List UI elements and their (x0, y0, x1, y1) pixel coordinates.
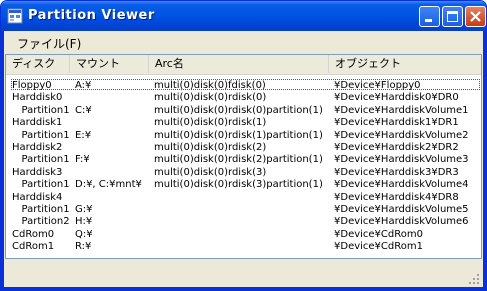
table-row[interactable]: Partition1 C:¥ multi(0)disk(0)rdisk(0)part… (6, 105, 481, 117)
minimize-button[interactable] (419, 6, 440, 27)
column-header-object[interactable]: オブジェクト (329, 55, 481, 73)
arcname-cell: multi(0)disk(0)rdisk(1)partition(1) (154, 129, 323, 141)
maximize-icon (447, 11, 458, 22)
table-row[interactable]: CdRom0 Q:¥ ¥Device¥CdRom0 (6, 229, 481, 241)
table-row[interactable]: Partition1 F:¥ multi(0)disk(0)rdisk(2)part… (6, 154, 481, 166)
mount-cell: D:¥, C:¥mnt¥ (75, 179, 142, 191)
column-header-mount[interactable]: マウント (70, 55, 149, 73)
close-button[interactable] (465, 6, 486, 27)
partition-list[interactable]: ディスク マウント Arc名 オブジェクト Floppy0 A:¥ multi(0)… (5, 54, 482, 259)
mount-cell: F:¥ (75, 154, 90, 166)
disk-cell: Partition1 (12, 154, 70, 166)
arcname-cell: multi(0)disk(0)rdisk(3)partition(1) (154, 179, 323, 191)
mount-cell: Q:¥ (75, 228, 93, 240)
table-row[interactable]: Harddisk2 multi(0)disk(0)rdisk(2) ¥Device¥… (6, 142, 481, 154)
mount-cell: G:¥ (75, 204, 93, 215)
table-row[interactable]: Harddisk3 multi(0)disk(0)rdisk(3) ¥Device¥… (6, 167, 481, 179)
mount-cell: R:¥ (75, 241, 92, 253)
column-header-arcname[interactable]: Arc名 (149, 55, 329, 73)
disk-cell: Harddisk1 (12, 117, 63, 129)
maximize-button[interactable] (442, 6, 463, 27)
object-cell: ¥Device¥HarddiskVolume3 (334, 154, 469, 166)
disk-cell: Harddisk4 (12, 191, 63, 203)
table-row[interactable]: Partition2 H:¥ ¥Device¥HarddiskVolume6 (6, 216, 481, 228)
window-frame-right (483, 31, 486, 290)
disk-cell: Harddisk2 (12, 142, 63, 153)
table-row[interactable]: Floppy0 A:¥ multi(0)disk(0)fdisk(0) ¥Device… (6, 80, 481, 92)
arcname-cell: multi(0)disk(0)rdisk(1) (154, 117, 267, 129)
mount-cell: C:¥ (75, 104, 92, 116)
mount-cell: E:¥ (75, 129, 92, 141)
arcname-cell: multi(0)disk(0)rdisk(0) (154, 92, 267, 104)
disk-cell: Harddisk0 (12, 92, 63, 104)
object-cell: ¥Device¥CdRom0 (334, 228, 423, 240)
arcname-cell: multi(0)disk(0)rdisk(2) (154, 142, 267, 153)
title-bar[interactable]: Partition Viewer (1, 1, 486, 31)
window-frame-left (1, 31, 4, 290)
window-frame-bottom (1, 287, 486, 290)
table-row[interactable]: Harddisk0 multi(0)disk(0)rdisk(0) ¥Device¥… (6, 92, 481, 104)
disk-cell: Partition1 (12, 204, 70, 215)
table-row[interactable]: Partition1 G:¥ ¥Device¥HarddiskVolume5 (6, 204, 481, 216)
menu-bar: ファイル(F) (5, 31, 482, 52)
disk-cell: Partition1 (12, 179, 70, 191)
window-title: Partition Viewer (28, 8, 155, 23)
object-cell: ¥Device¥HarddiskVolume2 (334, 129, 469, 141)
table-row[interactable]: CdRom1 R:¥ ¥Device¥CdRom1 (6, 241, 481, 253)
object-cell: ¥Device¥Floppy0 (334, 80, 421, 91)
object-cell: ¥Device¥CdRom1 (334, 241, 423, 253)
arcname-cell: multi(0)disk(0)rdisk(3) (154, 166, 267, 178)
list-header: ディスク マウント Arc名 オブジェクト (6, 55, 481, 75)
status-bar (5, 263, 482, 287)
object-cell: ¥Device¥Harddisk4¥DR8 (334, 191, 459, 203)
object-cell: ¥Device¥Harddisk3¥DR3 (334, 166, 459, 178)
disk-cell: CdRom0 (12, 228, 55, 240)
arcname-cell: multi(0)disk(0)rdisk(2)partition(1) (154, 154, 323, 166)
table-row[interactable]: Harddisk4 ¥Device¥Harddisk4¥DR8 (6, 192, 481, 204)
disk-cell: CdRom1 (12, 241, 55, 253)
column-header-disk[interactable]: ディスク (6, 55, 70, 73)
arcname-cell: multi(0)disk(0)fdisk(0) (154, 80, 266, 91)
table-row[interactable]: Harddisk1 multi(0)disk(0)rdisk(1) ¥Device¥… (6, 117, 481, 129)
disk-cell: Partition2 (12, 216, 70, 228)
disk-cell: Harddisk3 (12, 166, 63, 178)
table-row[interactable]: Partition1 E:¥ multi(0)disk(0)rdisk(1)part… (6, 130, 481, 142)
close-icon (470, 11, 481, 22)
object-cell: ¥Device¥HarddiskVolume6 (334, 216, 469, 228)
disk-cell: Partition1 (12, 129, 70, 141)
app-window: Partition Viewer ファイル(F) ディスク マウント Arc名 … (0, 0, 487, 291)
resize-grip-icon[interactable] (468, 273, 480, 285)
minimize-icon (425, 19, 432, 22)
mount-cell: H:¥ (75, 216, 93, 228)
arcname-cell: multi(0)disk(0)rdisk(0)partition(1) (154, 104, 323, 116)
object-cell: ¥Device¥Harddisk1¥DR1 (334, 117, 459, 129)
disk-cell: Floppy0 (12, 80, 52, 91)
object-cell: ¥Device¥HarddiskVolume5 (334, 204, 469, 215)
object-cell: ¥Device¥Harddisk0¥DR0 (334, 92, 459, 104)
menu-file[interactable]: ファイル(F) (17, 35, 81, 52)
app-icon (7, 8, 23, 24)
object-cell: ¥Device¥Harddisk2¥DR2 (334, 142, 459, 153)
object-cell: ¥Device¥HarddiskVolume4 (334, 179, 469, 191)
table-row[interactable]: Partition1 D:¥, C:¥mnt¥ multi(0)disk(0)rdi… (6, 179, 481, 191)
object-cell: ¥Device¥HarddiskVolume1 (334, 104, 469, 116)
disk-cell: Partition1 (12, 104, 70, 116)
mount-cell: A:¥ (75, 80, 92, 91)
